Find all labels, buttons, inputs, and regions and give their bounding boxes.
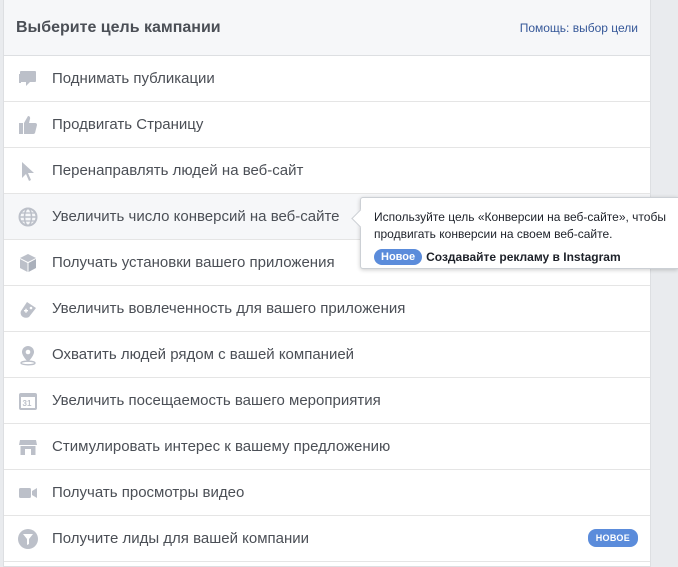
objective-label: Увеличить посещаемость вашего мероприяти…: [52, 392, 381, 409]
panel-header: Выберите цель кампании Помощь: выбор цел…: [4, 0, 650, 56]
funnel-icon: [16, 527, 40, 551]
objective-label: Охватить людей рядом с вашей компанией: [52, 346, 355, 363]
objective-video-views[interactable]: Получать просмотры видео: [4, 470, 650, 516]
help-link[interactable]: Помощь: выбор цели: [520, 21, 638, 35]
objective-event-responses[interactable]: 31 Увеличить посещаемость вашего меропри…: [4, 378, 650, 424]
box-icon: [16, 251, 40, 275]
gamepad-icon: [16, 297, 40, 321]
store-icon: [16, 435, 40, 459]
objective-offer-claims[interactable]: Стимулировать интерес к вашему предложен…: [4, 424, 650, 470]
objective-label: Стимулировать интерес к вашему предложен…: [52, 438, 391, 455]
objective-label: Увеличить вовлеченность для вашего прило…: [52, 300, 406, 317]
instagram-ads-text: Создавайте рекламу в Instagram: [426, 250, 621, 264]
new-pill: Новое: [374, 249, 423, 265]
campaign-objective-panel: Выберите цель кампании Помощь: выбор цел…: [3, 0, 651, 567]
svg-text:31: 31: [23, 399, 32, 408]
globe-icon: [16, 205, 40, 229]
tooltip-description-text: Используйте цель «Конверсии на веб-сайте…: [374, 210, 666, 241]
objective-website-traffic[interactable]: Перенаправлять людей на веб-сайт: [4, 148, 650, 194]
objective-label: Получать установки вашего приложения: [52, 254, 335, 271]
thumbs-up-icon: [16, 113, 40, 137]
post-icon: [16, 67, 40, 91]
objective-boost-posts[interactable]: Поднимать публикации: [4, 56, 650, 102]
objective-label: Поднимать публикации: [52, 70, 215, 87]
page-title: Выберите цель кампании: [16, 18, 221, 36]
cursor-icon: [16, 159, 40, 183]
conversions-tooltip: Используйте цель «Конверсии на веб-сайте…: [351, 197, 678, 269]
video-camera-icon: [16, 481, 40, 505]
objective-local-awareness[interactable]: Охватить людей рядом с вашей компанией: [4, 332, 650, 378]
objective-label: Получать просмотры видео: [52, 484, 245, 501]
location-pin-icon: [16, 343, 40, 367]
objective-app-engagement[interactable]: Увеличить вовлеченность для вашего прило…: [4, 286, 650, 332]
objective-lead-generation[interactable]: Получите лиды для вашей компании НОВОЕ: [4, 516, 650, 562]
tooltip-description: Используйте цель «Конверсии на веб-сайте…: [374, 209, 674, 243]
objective-label: Увеличить число конверсий на веб-сайте: [52, 208, 340, 225]
objective-promote-page[interactable]: Продвигать Страницу: [4, 102, 650, 148]
objective-label: Продвигать Страницу: [52, 116, 204, 133]
calendar-icon: 31: [16, 389, 40, 413]
tooltip-instagram-line: Новое Создавайте рекламу в Instagram: [374, 249, 678, 265]
objective-label: Получите лиды для вашей компании: [52, 530, 310, 547]
new-badge: НОВОЕ: [587, 529, 638, 547]
objective-label: Перенаправлять людей на веб-сайт: [52, 162, 304, 179]
